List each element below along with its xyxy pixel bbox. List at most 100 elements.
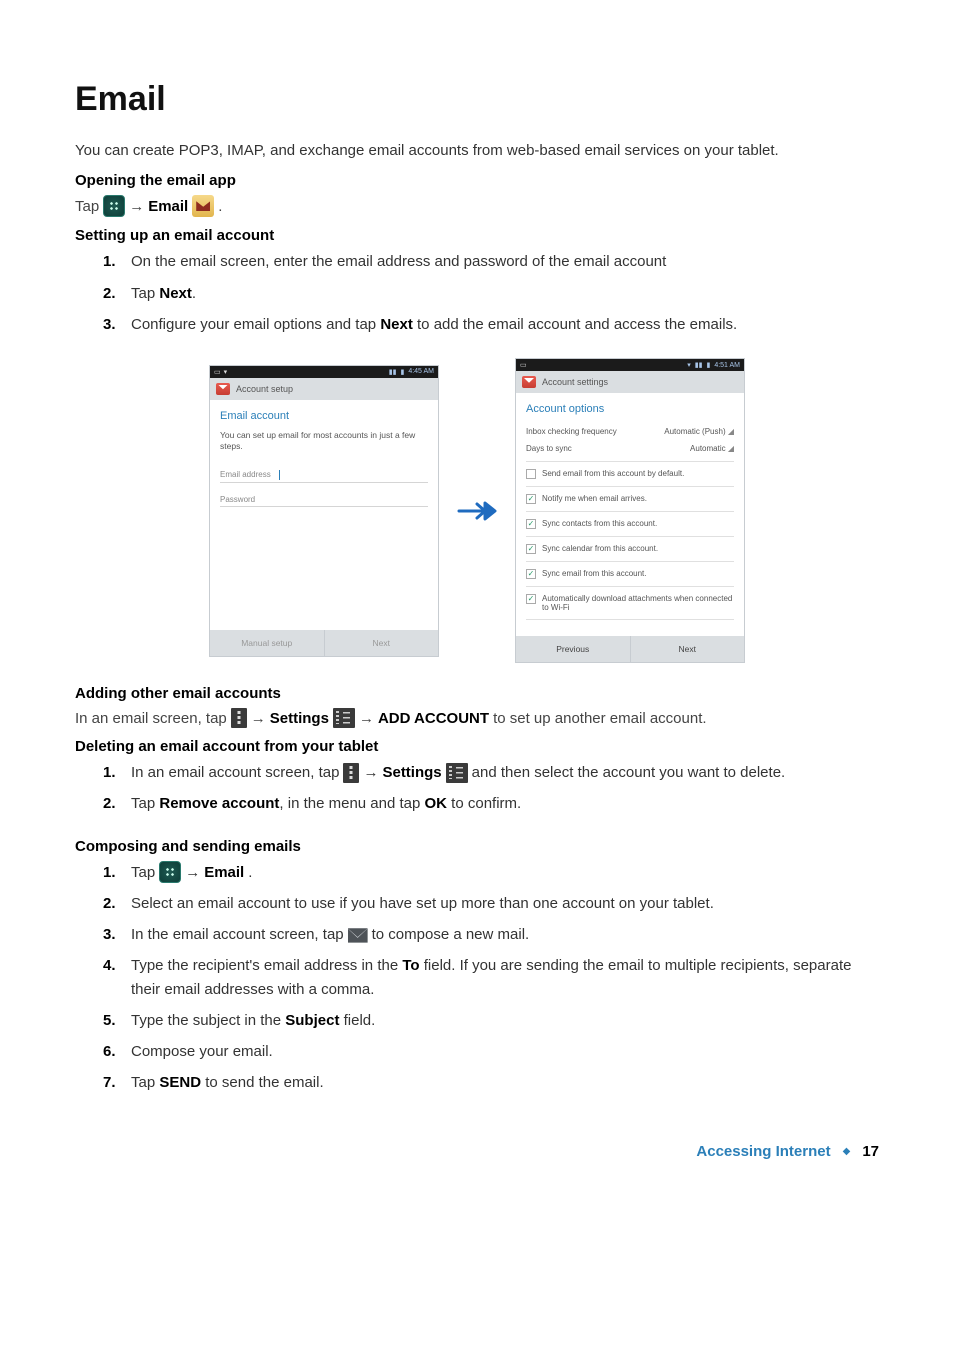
adding-title: Adding other email accounts — [75, 685, 879, 702]
checkbox-icon: ✓ — [526, 594, 536, 604]
list-item: Tap → Email. — [103, 861, 879, 892]
setting-up-title: Setting up an email account — [75, 227, 879, 244]
next-button[interactable]: Next — [324, 630, 439, 656]
opening-title: Opening the email app — [75, 172, 879, 189]
checkbox-icon: ✓ — [526, 569, 536, 579]
bottom-bar: Previous Next — [516, 636, 744, 662]
status-bar: ▭ ▾ ▮▮ ▮ 4:51 AM — [516, 359, 744, 371]
text: field. — [339, 1012, 375, 1029]
compose-icon — [348, 927, 368, 943]
status-time: 4:45 AM — [408, 368, 434, 375]
checkbox-row[interactable]: ✓ Sync calendar from this account. — [526, 541, 734, 557]
appbar-title: Account settings — [542, 377, 608, 387]
checkbox-icon: ✓ — [526, 544, 536, 554]
page-title: Email — [75, 80, 879, 119]
password-field[interactable]: Password — [220, 489, 428, 507]
appbar-title: Account setup — [236, 384, 293, 394]
send-label: SEND — [159, 1074, 201, 1091]
text: Type the recipient's email address in th… — [131, 957, 402, 974]
overflow-menu-icon — [231, 708, 247, 728]
apps-icon — [159, 861, 181, 883]
list-item: Configure your email options and tap Nex… — [103, 313, 879, 344]
text: Tap — [131, 795, 159, 812]
status-bar: ▭▾ ▮▮ ▮ 4:45 AM — [210, 366, 438, 378]
previous-button[interactable]: Previous — [516, 636, 630, 662]
checkbox-row[interactable]: ✓ Automatically download attachments when… — [526, 591, 734, 615]
checkbox-icon: ✓ — [526, 519, 536, 529]
setting-up-steps: On the email screen, enter the email add… — [103, 250, 879, 344]
divider — [526, 486, 734, 487]
list-item: Type the subject in the Subject field. — [103, 1009, 879, 1040]
checkbox-row[interactable]: ✓ Sync contacts from this account. — [526, 516, 734, 532]
checkbox-label: Sync calendar from this account. — [542, 544, 658, 553]
wifi-icon: ▾ — [224, 368, 228, 376]
composing-title: Composing and sending emails — [75, 838, 879, 855]
text: to compose a new mail. — [372, 923, 530, 946]
divider — [526, 536, 734, 537]
list-item: On the email screen, enter the email add… — [103, 250, 879, 281]
text: to send the email. — [201, 1074, 324, 1091]
list-item: Type the recipient's email address in th… — [103, 954, 879, 1009]
checkbox-icon: ✓ — [526, 494, 536, 504]
days-sync-row[interactable]: Days to sync Automatic ◢ — [526, 440, 734, 457]
checkbox-row[interactable]: ✓Sync email from this account. — [526, 566, 734, 582]
settings-label: Settings — [382, 761, 441, 784]
composing-steps: Tap → Email. Select an email account to … — [103, 861, 879, 1103]
body-title: Email account — [220, 410, 428, 422]
checkbox-row[interactable]: Send email from this account by default. — [526, 466, 734, 482]
diamond-icon: ◆ — [843, 1146, 851, 1157]
checkbox-label: Sync contacts from this account. — [542, 519, 657, 528]
divider — [526, 586, 734, 587]
option-value: Automatic (Push) — [664, 427, 725, 436]
settings-icon — [333, 708, 355, 728]
bottom-bar: Manual setup Next — [210, 630, 438, 656]
text: Tap — [75, 198, 99, 215]
email-icon — [192, 195, 214, 217]
text: and then select the account you want to … — [472, 761, 786, 784]
email-label: Email — [204, 861, 244, 884]
text: In an email account screen, tap — [131, 761, 339, 784]
next-label: Next — [380, 316, 413, 333]
option-value: Automatic — [690, 444, 726, 453]
list-item: Select an email account to use if you ha… — [103, 892, 879, 923]
list-item: Tap Remove account, in the menu and tap … — [103, 792, 879, 823]
to-field-label: To — [402, 957, 419, 974]
nav-icon: ▭ — [520, 361, 527, 369]
arrow-icon — [457, 499, 497, 523]
email-app-icon — [522, 376, 536, 388]
inbox-frequency-row[interactable]: Inbox checking frequency Automatic (Push… — [526, 423, 734, 440]
text: Type the subject in the — [131, 1012, 285, 1029]
email-field[interactable]: Email address — [220, 464, 428, 483]
battery-icon: ▮ — [400, 368, 404, 376]
cursor-icon — [279, 470, 280, 480]
overflow-menu-icon — [343, 763, 359, 783]
ok-label: OK — [425, 795, 448, 812]
next-button[interactable]: Next — [630, 636, 745, 662]
body-description: You can set up email for most accounts i… — [220, 430, 428, 452]
text: , in the menu and tap — [279, 795, 424, 812]
add-account-label: ADD ACCOUNT — [378, 710, 489, 727]
settings-icon — [446, 763, 468, 783]
footer-section: Accessing Internet — [696, 1143, 830, 1160]
list-item: Tap SEND to send the email. — [103, 1071, 879, 1102]
text: to confirm. — [447, 795, 521, 812]
adding-instruction: In an email screen, tap → Settings → ADD… — [75, 708, 879, 728]
list-item: In the email account screen, tap to comp… — [103, 923, 879, 954]
signal-icon: ▮▮ — [389, 368, 397, 376]
checkbox-row[interactable]: ✓Notify me when email arrives. — [526, 491, 734, 507]
text: . — [192, 285, 196, 302]
manual-setup-button[interactable]: Manual setup — [210, 630, 324, 656]
nav-icon: ▭ — [214, 368, 221, 376]
text: In the email account screen, tap — [131, 923, 344, 946]
checkbox-label: Send email from this account by default. — [542, 469, 684, 478]
checkbox-label: Automatically download attachments when … — [542, 594, 734, 612]
email-app-icon — [216, 383, 230, 395]
field-label: Email address — [220, 470, 271, 479]
option-label: Inbox checking frequency — [526, 427, 617, 436]
page-number: 17 — [862, 1143, 879, 1160]
option-label: Days to sync — [526, 444, 572, 453]
arrow-glyph: → — [129, 198, 144, 215]
screenshot-account-options: ▭ ▾ ▮▮ ▮ 4:51 AM Account settings Accoun… — [515, 358, 745, 663]
list-item: Compose your email. — [103, 1040, 879, 1071]
arrow-glyph: → — [363, 761, 378, 784]
